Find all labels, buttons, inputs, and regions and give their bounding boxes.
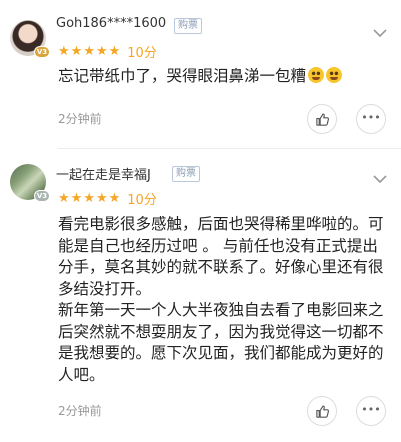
review-text: 忘记带纸巾了，哭得眼泪鼻涕一包糟 [58,67,307,85]
chevron-down-icon[interactable] [373,26,387,42]
star-icon: ★ [108,43,121,59]
more-dots-icon: ••• [361,110,381,124]
star-icon: ★ [70,190,83,206]
review-item: V3 Goh186****1600 购票 ★ ★ ★ ★ ★ 10分 忘记带纸巾… [0,0,401,150]
star-icon: ★ [95,43,108,59]
star-icon: ★ [95,190,108,206]
more-dots-icon: ••• [361,402,381,416]
rofl-emoji-icon [308,67,325,83]
more-button[interactable]: ••• [356,104,386,134]
username[interactable]: Goh186****1600 [56,16,166,31]
review-paragraph: 看完电影很多感触，后面也哭得稀里哗啦的。可能是自己也经历过吧 。 与前任也没有正… [58,215,384,298]
rating-score: 10分 [127,46,157,61]
purchase-badge: 购票 [172,166,200,182]
star-icon: ★ [58,190,70,206]
review-timestamp: 2分钟前 [58,112,102,126]
like-button[interactable] [307,396,337,426]
review-item: V3 一起在走是幸福J 购票 ★ ★ ★ ★ ★ 10分 看完电影很多感触，后面… [0,150,401,442]
star-icon: ★ [70,43,83,59]
thumbs-up-icon [315,113,329,126]
star-icon: ★ [58,43,70,59]
review-paragraph: 新年第一天一个人大半夜独自去看了电影回来之后突然就不想耍朋友了，因为我觉得这一切… [58,301,384,384]
level-badge-icon: V3 [34,46,50,58]
star-icon: ★ [108,190,121,206]
star-icon: ★ [83,190,95,206]
like-button[interactable] [307,104,337,134]
review-timestamp: 2分钟前 [58,404,102,418]
username[interactable]: 一起在走是幸福J [56,164,151,183]
more-button[interactable]: ••• [356,396,386,426]
purchase-badge: 购票 [174,18,202,34]
thumbs-up-icon [315,405,329,418]
star-rating: ★ ★ ★ ★ ★ 10分 [58,42,157,61]
star-icon: ★ [83,43,95,59]
chevron-down-icon[interactable] [373,172,387,188]
review-content: 忘记带纸巾了，哭得眼泪鼻涕一包糟 [58,66,391,88]
divider [58,148,401,149]
avatar[interactable]: V3 [10,164,50,202]
rating-score: 10分 [127,193,157,208]
review-content: 看完电影很多感触，后面也哭得稀里哗啦的。可能是自己也经历过吧 。 与前任也没有正… [58,214,391,386]
laughing-emoji-icon [326,67,343,83]
star-rating: ★ ★ ★ ★ ★ 10分 [58,189,157,208]
avatar[interactable]: V3 [10,20,50,58]
level-badge-icon: V3 [34,190,50,202]
